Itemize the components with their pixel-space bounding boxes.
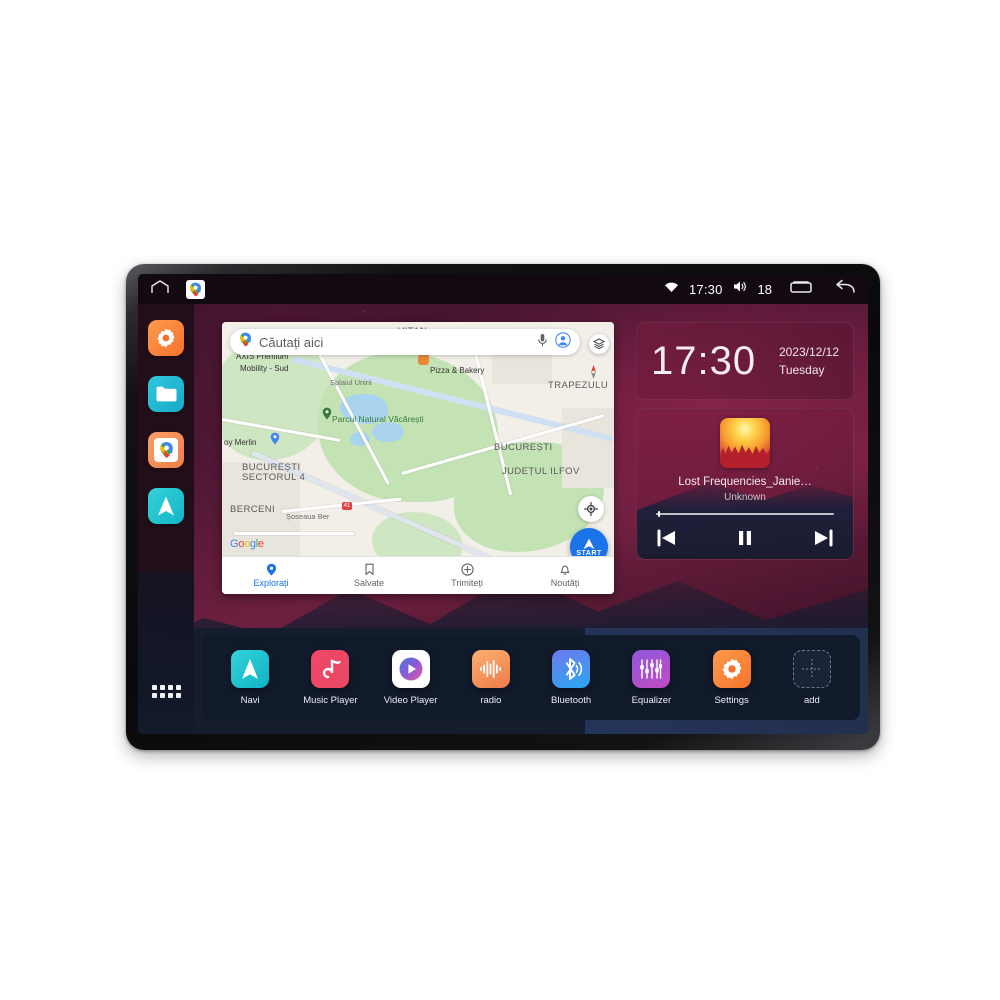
rail-item-files[interactable] [148,376,184,412]
dock-app-radio[interactable]: radio [458,649,524,706]
dock-app-video-player[interactable]: Video Player [378,649,444,706]
play-circle-icon [391,649,430,688]
map-nav-updates[interactable]: Noutăți [516,563,614,588]
map-label: JUDEȚUL ILFOV [502,466,580,477]
map-bottom-nav: Explorați Salvate Trimiteți Noutăți [222,556,614,594]
map-label: Șoseaua Ber [286,512,330,521]
map-label: Splaiul Unirii [330,378,372,387]
head-unit-device-frame: 17:30 18 41 AXIS Premium Mobility - Sud … [126,264,880,750]
pause-icon[interactable] [735,529,755,547]
clock-widget[interactable]: 17:30 2023/12/12 Tuesday [636,322,854,400]
google-maps-icon[interactable] [186,279,205,299]
rail-item-settings[interactable] [148,320,184,356]
map-poi-pin [270,432,280,445]
track-title: Lost Frequencies_Janie… [678,476,812,488]
bookmark-icon [364,563,374,575]
status-bar: 17:30 18 [138,274,868,304]
dock-app-label: Navi [240,694,260,706]
device-screen: 17:30 18 41 AXIS Premium Mobility - Sud … [138,274,868,734]
home-icon[interactable] [150,279,170,299]
google-attribution: Google [230,538,264,550]
explore-pin-icon [266,563,276,576]
map-nav-label: Explorați [253,578,289,588]
gear-icon [712,649,751,688]
clock-time: 17:30 [651,339,757,383]
map-canvas[interactable]: 41 VITANAXIS PremiumMobility - SudPizza … [222,322,614,594]
skip-next-icon[interactable] [812,529,834,547]
radio-waveform-icon [471,649,510,688]
back-icon[interactable] [834,279,856,299]
left-app-rail [138,304,194,734]
music-note-icon [311,649,350,688]
clock-day: Tuesday [778,363,825,377]
map-label: Parcul Natural Văcărești [332,414,424,424]
bluetooth-icon [552,649,591,688]
map-nav-saved[interactable]: Salvate [320,563,418,588]
dock-app-label: radio [480,694,502,706]
music-controls [656,529,834,547]
map-nav-label: Salvate [353,578,385,588]
dock-app-label: Music Player [303,694,358,706]
status-time: 17:30 [688,281,723,297]
dock-app-label: Bluetooth [551,694,592,706]
google-maps-pin-icon [239,332,252,352]
dock-app-music-player[interactable]: Music Player [297,649,363,706]
wifi-icon [664,280,679,298]
my-location-icon[interactable] [578,496,604,522]
map-nav-label: Trimiteți [451,578,483,588]
dock-app-navi[interactable]: Navi [217,649,283,706]
plus-icon [792,649,831,688]
rail-item-navi[interactable] [148,488,184,524]
dock-app-equalizer[interactable]: Equalizer [618,649,684,706]
map-label: BUCUREȘTI [494,442,553,453]
navigation-arrow-icon [231,649,270,688]
google-maps-card[interactable]: 41 VITANAXIS PremiumMobility - SudPizza … [222,322,614,594]
equalizer-sliders-icon [632,649,671,688]
track-artist: Unknown [724,492,766,503]
music-player-widget[interactable]: Lost Frequencies_Janie… Unknown [636,408,854,560]
map-route-badge: 41 [342,502,352,510]
rail-item-google-maps[interactable] [148,432,184,468]
map-nav-contribute[interactable]: Trimiteți [418,563,516,588]
app-dock: Navi Music Player Video Player radio Blu… [194,628,868,734]
dock-app-bluetooth[interactable]: Bluetooth [538,649,604,706]
bell-icon [560,565,570,575]
dock-inner: Navi Music Player Video Player radio Blu… [202,635,860,720]
contribute-plus-icon [460,563,474,576]
layers-icon[interactable] [589,334,609,354]
map-poi-pin [322,407,332,420]
clock-date: 2023/12/12 [778,345,839,359]
map-label: oy Merlin [224,438,257,447]
dock-app-label: Video Player [383,694,438,706]
navigation-arrow-icon [583,538,595,549]
track-progress-bar[interactable] [656,511,834,517]
map-label: Mobility - Sud [240,364,289,373]
map-search-placeholder: Căutați aici [259,334,324,350]
map-label: Pizza & Bakery [430,366,485,375]
map-search-input[interactable]: Căutați aici [230,329,580,355]
account-avatar-icon[interactable] [555,331,571,353]
map-label: BERCENI [230,504,276,515]
album-art [720,418,770,468]
skip-previous-icon[interactable] [656,529,678,547]
map-nav-label: Noutăți [550,578,580,588]
microphone-icon[interactable] [537,333,548,352]
google-maps-icon [154,438,178,462]
dock-app-label: add [803,694,820,706]
recents-icon[interactable] [790,280,812,299]
apps-grid-icon[interactable] [151,685,181,698]
dock-app-label: Settings [714,694,749,706]
volume-icon[interactable] [733,280,748,298]
map-poi-marker [418,354,429,365]
dock-app-label: Equalizer [631,694,672,706]
map-label: SECTORUL 4 [242,472,306,483]
map-nav-explore[interactable]: Explorați [222,563,320,588]
dock-app-add[interactable]: add [779,649,845,706]
volume-level: 18 [757,281,772,297]
dock-app-settings[interactable]: Settings [699,649,765,706]
compass-icon[interactable] [587,364,600,385]
